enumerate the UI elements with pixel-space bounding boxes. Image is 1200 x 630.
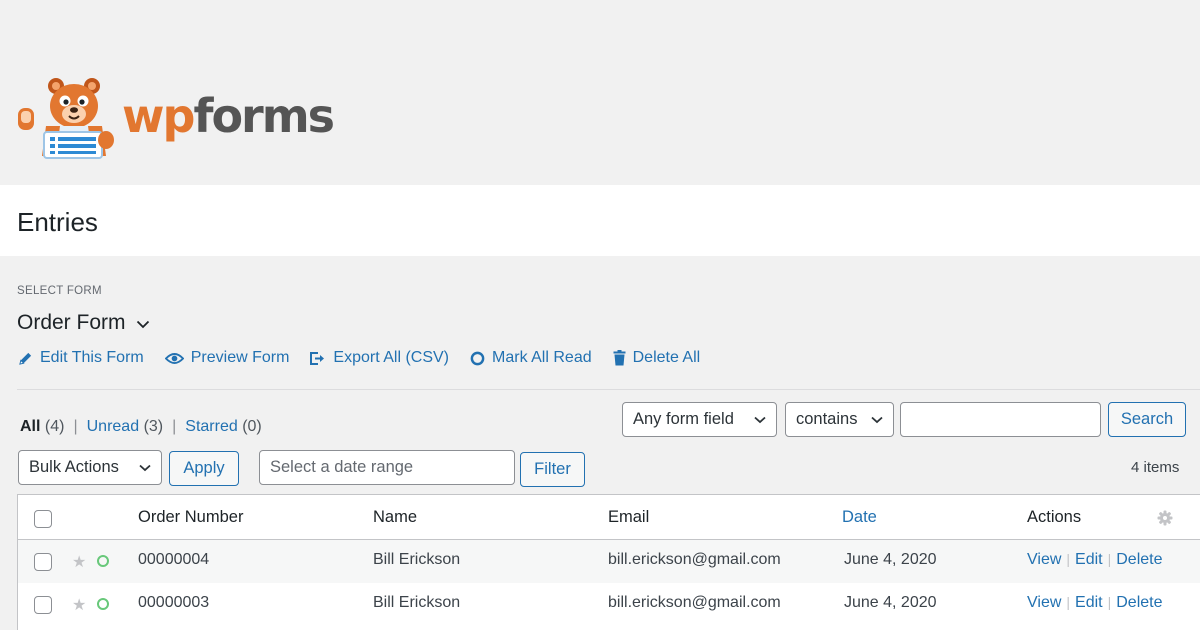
delete-all-link[interactable]: Delete All (613, 349, 701, 367)
star-icon[interactable]: ★ (72, 595, 86, 615)
view-starred[interactable]: Starred (0) (185, 418, 261, 436)
column-header-order-number[interactable]: Order Number (138, 508, 243, 527)
export-icon (310, 351, 325, 365)
items-count: 4 items (1131, 459, 1180, 476)
view-unread-label[interactable]: Unread (87, 418, 139, 435)
eye-icon (164, 352, 184, 364)
edit-entry-link[interactable]: Edit (1075, 594, 1103, 612)
bear-mascot-icon (18, 78, 114, 159)
row-actions: View | Edit | Delete (1027, 551, 1163, 569)
column-header-date[interactable]: Date (842, 508, 877, 527)
date-range-input[interactable]: Select a date range (259, 450, 515, 485)
preview-form-link[interactable]: Preview Form (164, 349, 290, 367)
view-unread-count: (3) (143, 418, 164, 435)
email-cell: bill.erickson@gmail.com (608, 594, 781, 611)
view-entry-link[interactable]: View (1027, 594, 1061, 612)
select-all-checkbox[interactable] (34, 510, 52, 528)
column-header-email[interactable]: Email (608, 508, 649, 527)
gear-icon[interactable] (1157, 510, 1173, 526)
view-entry-link[interactable]: View (1027, 551, 1061, 569)
row-checkbox[interactable] (34, 553, 52, 571)
chevron-down-icon (871, 416, 883, 423)
search-input[interactable] (900, 402, 1101, 437)
wpforms-logo: wpforms (16, 78, 335, 160)
entry-views: All (4) | Unread (3) | Starred (0) (20, 418, 262, 436)
email-cell: bill.erickson@gmail.com (608, 551, 781, 568)
action-separator: | (1066, 551, 1071, 567)
table-row: ★ 00000003 Bill Erickson bill.erickson@g… (18, 583, 1200, 626)
brand-wordmark-forms: forms (193, 89, 335, 143)
search-operator-select[interactable]: contains (785, 402, 894, 437)
unread-indicator-icon[interactable] (97, 555, 109, 567)
search-button[interactable]: Search (1108, 402, 1186, 437)
form-actions-bar: Edit This Form Preview Form Export All (… (18, 349, 721, 367)
page-title: Entries (17, 207, 98, 237)
date-cell: June 4, 2020 (844, 551, 937, 568)
row-actions: View | Edit | Delete (1027, 594, 1163, 612)
column-header-name[interactable]: Name (373, 508, 417, 527)
preview-form-label: Preview Form (190, 349, 290, 366)
form-selector-dropdown[interactable]: Order Form (17, 311, 150, 335)
edit-entry-link[interactable]: Edit (1075, 551, 1103, 569)
table-header: Order Number Name Email Date Actions (18, 495, 1200, 540)
star-icon[interactable]: ★ (72, 552, 86, 572)
column-header-actions: Actions (1027, 508, 1082, 526)
export-all-label: Export All (CSV) (333, 349, 450, 366)
page-header: Entries (0, 185, 1200, 256)
name-cell: Bill Erickson (373, 551, 461, 568)
pencil-icon (19, 352, 32, 365)
order-number-cell: 00000004 (138, 551, 210, 568)
trash-icon (613, 350, 626, 366)
name-cell: Bill Erickson (373, 594, 461, 611)
view-all[interactable]: All (4) (20, 418, 64, 436)
divider (17, 389, 1200, 390)
edit-this-form-link[interactable]: Edit This Form (18, 349, 144, 367)
unread-indicator-icon[interactable] (97, 598, 109, 610)
bulk-actions-select[interactable]: Bulk Actions (18, 450, 162, 485)
date-cell: June 4, 2020 (844, 594, 937, 611)
edit-this-form-label: Edit This Form (40, 349, 144, 366)
view-starred-label[interactable]: Starred (185, 418, 237, 435)
action-separator: | (1066, 594, 1071, 610)
bulk-actions-select-value: Bulk Actions (29, 458, 119, 476)
select-form-label: SELECT FORM (17, 285, 102, 297)
circle-icon (470, 351, 485, 365)
search-field-select[interactable]: Any form field (622, 402, 777, 437)
entries-table: Order Number Name Email Date Actions ★ 0… (17, 494, 1200, 630)
view-separator: | (73, 418, 78, 435)
view-all-count: (4) (44, 418, 65, 435)
view-all-label: All (20, 418, 41, 435)
date-range-placeholder: Select a date range (270, 458, 414, 476)
order-number-cell: 00000003 (138, 594, 210, 611)
brand-wordmark-wp: wp (122, 89, 195, 143)
delete-entry-link[interactable]: Delete (1116, 551, 1162, 569)
export-all-csv-link[interactable]: Export All (CSV) (310, 349, 449, 367)
action-separator: | (1107, 594, 1112, 610)
table-row: ★ 00000004 Bill Erickson bill.erickson@g… (18, 540, 1200, 583)
brand-wordmark: wpforms (122, 93, 335, 139)
chevron-down-icon (754, 416, 766, 423)
chevron-down-icon (139, 464, 151, 471)
delete-entry-link[interactable]: Delete (1116, 594, 1162, 612)
mark-all-read-label: Mark All Read (492, 349, 592, 366)
view-starred-count: (0) (242, 418, 262, 435)
filter-button[interactable]: Filter (520, 452, 585, 487)
mark-all-read-link[interactable]: Mark All Read (470, 349, 592, 367)
view-separator: | (172, 418, 177, 435)
chevron-down-icon (136, 320, 149, 328)
delete-all-label: Delete All (632, 349, 701, 366)
search-field-select-value: Any form field (633, 410, 734, 428)
form-selector-value: Order Form (17, 311, 126, 334)
search-operator-select-value: contains (796, 410, 858, 428)
apply-button[interactable]: Apply (169, 451, 239, 486)
view-unread[interactable]: Unread (3) (87, 418, 164, 436)
action-separator: | (1107, 551, 1112, 567)
row-checkbox[interactable] (34, 596, 52, 614)
